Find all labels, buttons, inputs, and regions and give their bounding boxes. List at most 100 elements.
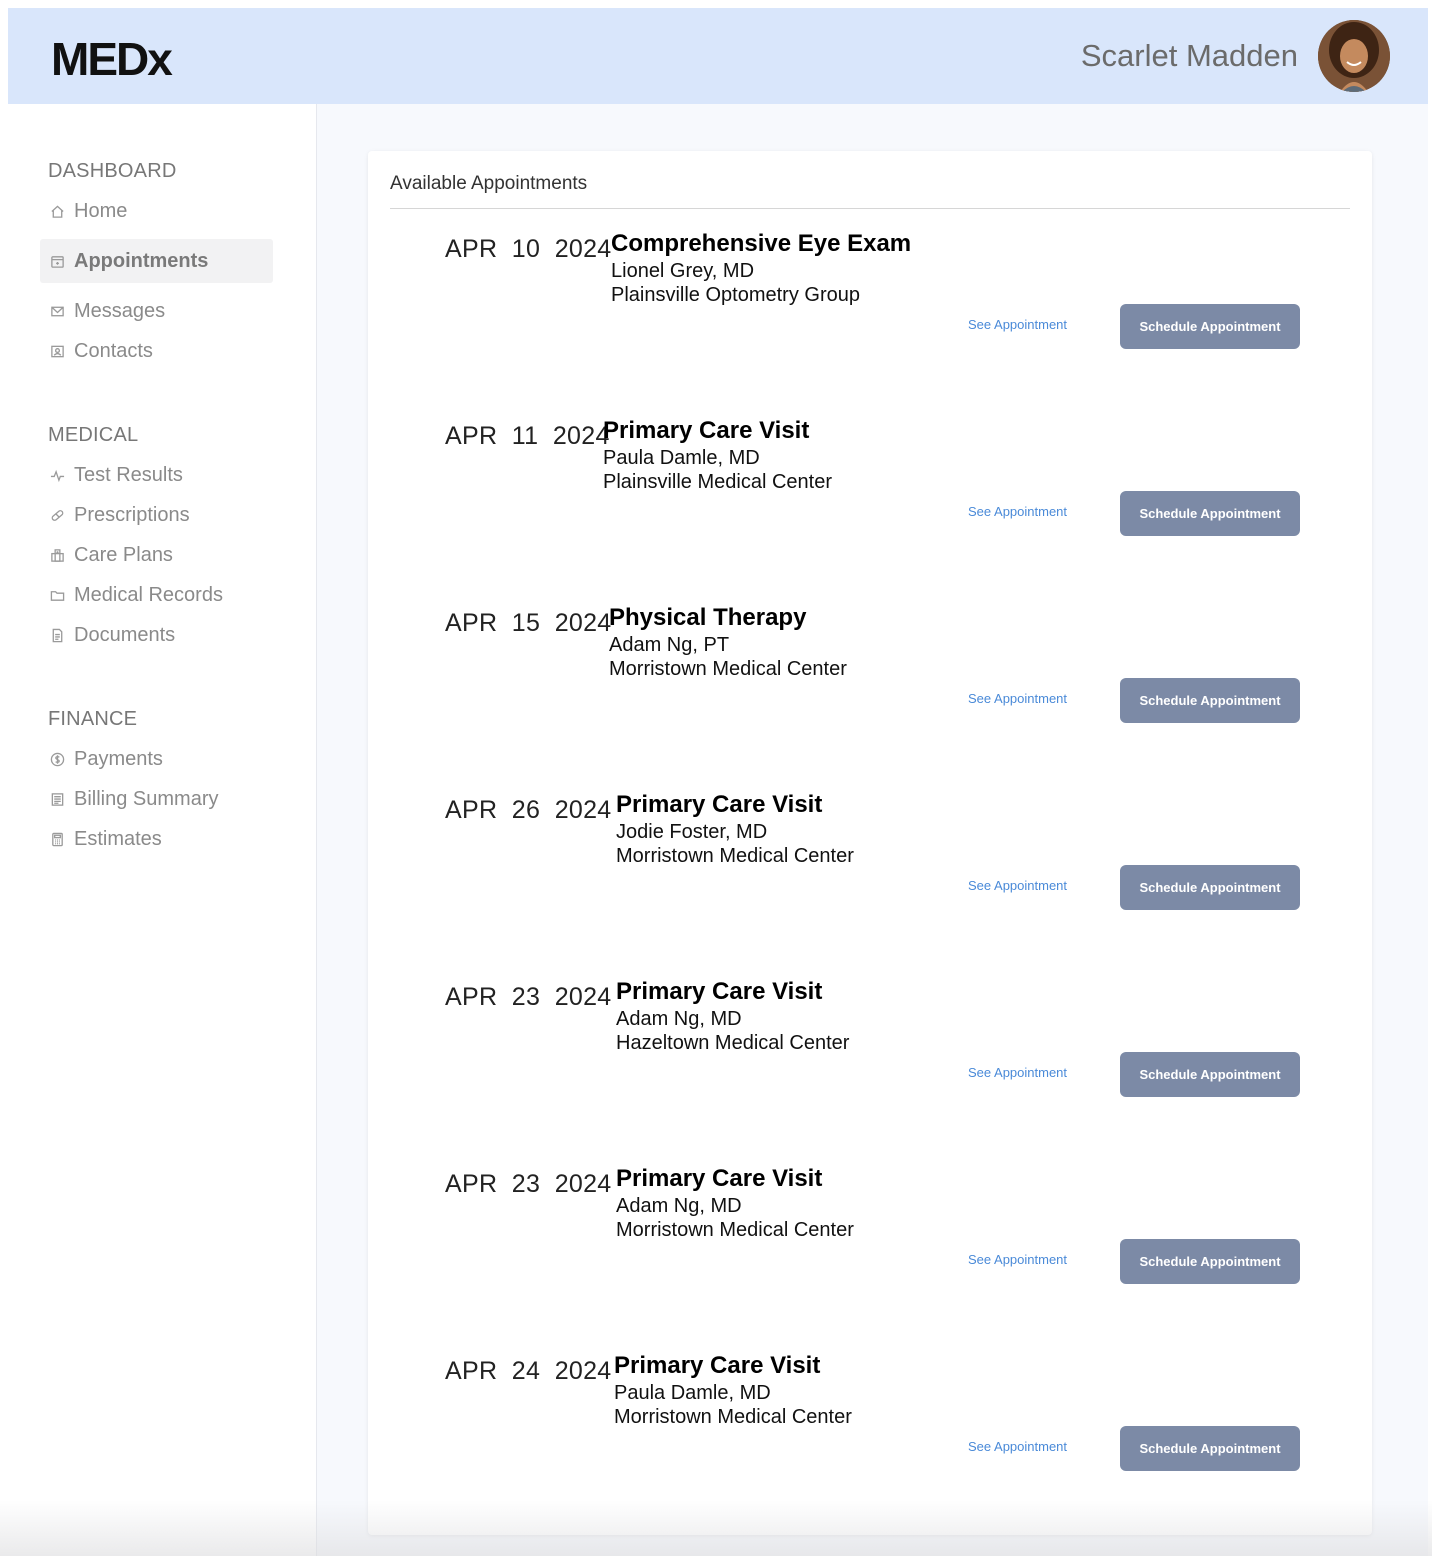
schedule-appointment-button[interactable]: Schedule Appointment	[1120, 304, 1300, 349]
receipt-icon	[48, 790, 66, 808]
appointment-date: APR 11 2024	[445, 422, 610, 450]
schedule-appointment-button[interactable]: Schedule Appointment	[1120, 865, 1300, 910]
calendar-icon	[48, 252, 66, 270]
see-appointment-link[interactable]: See Appointment	[968, 691, 1067, 706]
sidebar-item-billing-summary[interactable]: Billing Summary	[40, 777, 273, 821]
sidebar-item-label: Prescriptions	[74, 503, 190, 526]
appointment-info: Primary Care Visit Jodie Foster, MD Morr…	[616, 790, 854, 868]
appointment-info: Primary Care Visit Adam Ng, MD Morristow…	[616, 1164, 854, 1242]
appointment-doctor: Adam Ng, MD	[616, 1195, 742, 1217]
appointment-info: Primary Care Visit Paula Damle, MD Morri…	[614, 1351, 852, 1429]
appointment-info: Primary Care Visit Adam Ng, MD Hazeltown…	[616, 977, 849, 1055]
appointment-doctor: Paula Damle, MD	[603, 447, 760, 469]
top-header: MEDx Scarlet Madden	[8, 8, 1428, 104]
section-dashboard: DASHBOARD	[48, 160, 177, 182]
appointment-type: Comprehensive Eye Exam	[611, 230, 912, 257]
appointment-doctor: Lionel Grey, MD	[611, 260, 755, 282]
sidebar-item-appointments[interactable]: Appointments	[40, 239, 273, 283]
appointment-row: APR 26 2024 Primary Care Visit Jodie Fos…	[368, 790, 1372, 940]
see-appointment-link[interactable]: See Appointment	[968, 504, 1067, 519]
sidebar-item-test-results[interactable]: Test Results	[40, 453, 273, 497]
sidebar-item-label: Appointments	[74, 249, 209, 272]
see-appointment-link[interactable]: See Appointment	[968, 1065, 1067, 1080]
hospital-icon	[48, 546, 66, 564]
schedule-appointment-button[interactable]: Schedule Appointment	[1120, 678, 1300, 723]
sidebar-item-label: Test Results	[74, 463, 183, 486]
sidebar-item-label: Care Plans	[74, 543, 173, 566]
sidebar-item-contacts[interactable]: Contacts	[40, 329, 273, 373]
appointment-type: Primary Care Visit	[616, 1165, 823, 1192]
appointment-row: APR 24 2024 Primary Care Visit Paula Dam…	[368, 1351, 1372, 1501]
see-appointment-link[interactable]: See Appointment	[968, 878, 1067, 893]
sidebar-item-payments[interactable]: Payments	[40, 737, 273, 781]
sidebar-item-label: Payments	[74, 747, 163, 770]
calculator-icon	[48, 830, 66, 848]
appointment-date: APR 24 2024	[445, 1357, 612, 1385]
home-icon	[48, 202, 66, 220]
appointment-date: APR 26 2024	[445, 796, 612, 824]
appointment-type: Primary Care Visit	[603, 417, 810, 444]
see-appointment-link[interactable]: See Appointment	[968, 1439, 1067, 1454]
user-avatar[interactable]	[1318, 20, 1390, 92]
card-title: Available Appointments	[390, 173, 588, 194]
dollar-coin-icon	[48, 750, 66, 768]
folder-icon	[48, 586, 66, 604]
contact-card-icon	[48, 342, 66, 360]
sidebar-item-label: Messages	[74, 299, 166, 322]
main-content: Available Appointments APR 10 2024 Compr…	[317, 104, 1428, 1556]
sidebar-item-prescriptions[interactable]: Prescriptions	[40, 493, 273, 537]
sidebar-item-home[interactable]: Home	[40, 189, 273, 233]
sidebar-item-label: Billing Summary	[74, 787, 219, 810]
appointment-location: Morristown Medical Center	[616, 845, 854, 867]
appointment-row: APR 23 2024 Primary Care Visit Adam Ng, …	[368, 1164, 1372, 1314]
sidebar-item-documents[interactable]: Documents	[40, 613, 273, 657]
sidebar: DASHBOARD Home Appointments Messages Con…	[8, 104, 317, 1556]
appointment-doctor: Jodie Foster, MD	[616, 821, 768, 843]
sidebar-item-medical-records[interactable]: Medical Records	[40, 573, 273, 617]
appointment-location: Morristown Medical Center	[616, 1219, 854, 1241]
appointment-date: APR 10 2024	[445, 235, 612, 263]
schedule-appointment-button[interactable]: Schedule Appointment	[1120, 491, 1300, 536]
schedule-appointment-button[interactable]: Schedule Appointment	[1120, 1052, 1300, 1097]
see-appointment-link[interactable]: See Appointment	[968, 1252, 1067, 1267]
sidebar-item-messages[interactable]: Messages	[40, 289, 273, 333]
appointment-row: APR 10 2024 Comprehensive Eye Exam Lione…	[368, 229, 1372, 379]
appointment-type: Primary Care Visit	[614, 1352, 821, 1379]
appointment-location: Morristown Medical Center	[614, 1406, 852, 1428]
divider	[390, 208, 1350, 209]
appointment-info: Physical Therapy Adam Ng, PT Morristown …	[609, 603, 847, 681]
appointment-doctor: Adam Ng, MD	[616, 1008, 742, 1030]
avatar-image	[1318, 20, 1390, 92]
section-finance: FINANCE	[48, 708, 138, 730]
pill-icon	[48, 506, 66, 524]
pulse-icon	[48, 466, 66, 484]
user-name[interactable]: Scarlet Madden	[1081, 38, 1298, 74]
see-appointment-link[interactable]: See Appointment	[968, 317, 1067, 332]
appointment-row: APR 23 2024 Primary Care Visit Adam Ng, …	[368, 977, 1372, 1127]
app-logo[interactable]: MEDx	[51, 32, 173, 86]
appointment-location: Plainsville Medical Center	[603, 471, 832, 493]
sidebar-item-care-plans[interactable]: Care Plans	[40, 533, 273, 577]
appointment-type: Physical Therapy	[609, 604, 807, 631]
appointment-date: APR 15 2024	[445, 609, 612, 637]
mail-icon	[48, 302, 66, 320]
sidebar-item-estimates[interactable]: Estimates	[40, 817, 273, 861]
appointment-type: Primary Care Visit	[616, 978, 823, 1005]
document-icon	[48, 626, 66, 644]
sidebar-item-label: Estimates	[74, 827, 162, 850]
appointments-card: Available Appointments APR 10 2024 Compr…	[368, 151, 1372, 1535]
appointment-info: Comprehensive Eye Exam Lionel Grey, MD P…	[611, 229, 911, 307]
schedule-appointment-button[interactable]: Schedule Appointment	[1120, 1426, 1300, 1471]
section-medical: MEDICAL	[48, 424, 139, 446]
appointment-type: Primary Care Visit	[616, 791, 823, 818]
sidebar-item-label: Medical Records	[74, 583, 223, 606]
sidebar-item-label: Documents	[74, 623, 176, 646]
appointment-date: APR 23 2024	[445, 983, 612, 1011]
appointment-doctor: Paula Damle, MD	[614, 1382, 771, 1404]
appointment-doctor: Adam Ng, PT	[609, 634, 730, 656]
schedule-appointment-button[interactable]: Schedule Appointment	[1120, 1239, 1300, 1284]
appointment-location: Morristown Medical Center	[609, 658, 847, 680]
appointment-date: APR 23 2024	[445, 1170, 612, 1198]
appointment-location: Plainsville Optometry Group	[611, 284, 860, 306]
appointment-info: Primary Care Visit Paula Damle, MD Plain…	[603, 416, 832, 494]
